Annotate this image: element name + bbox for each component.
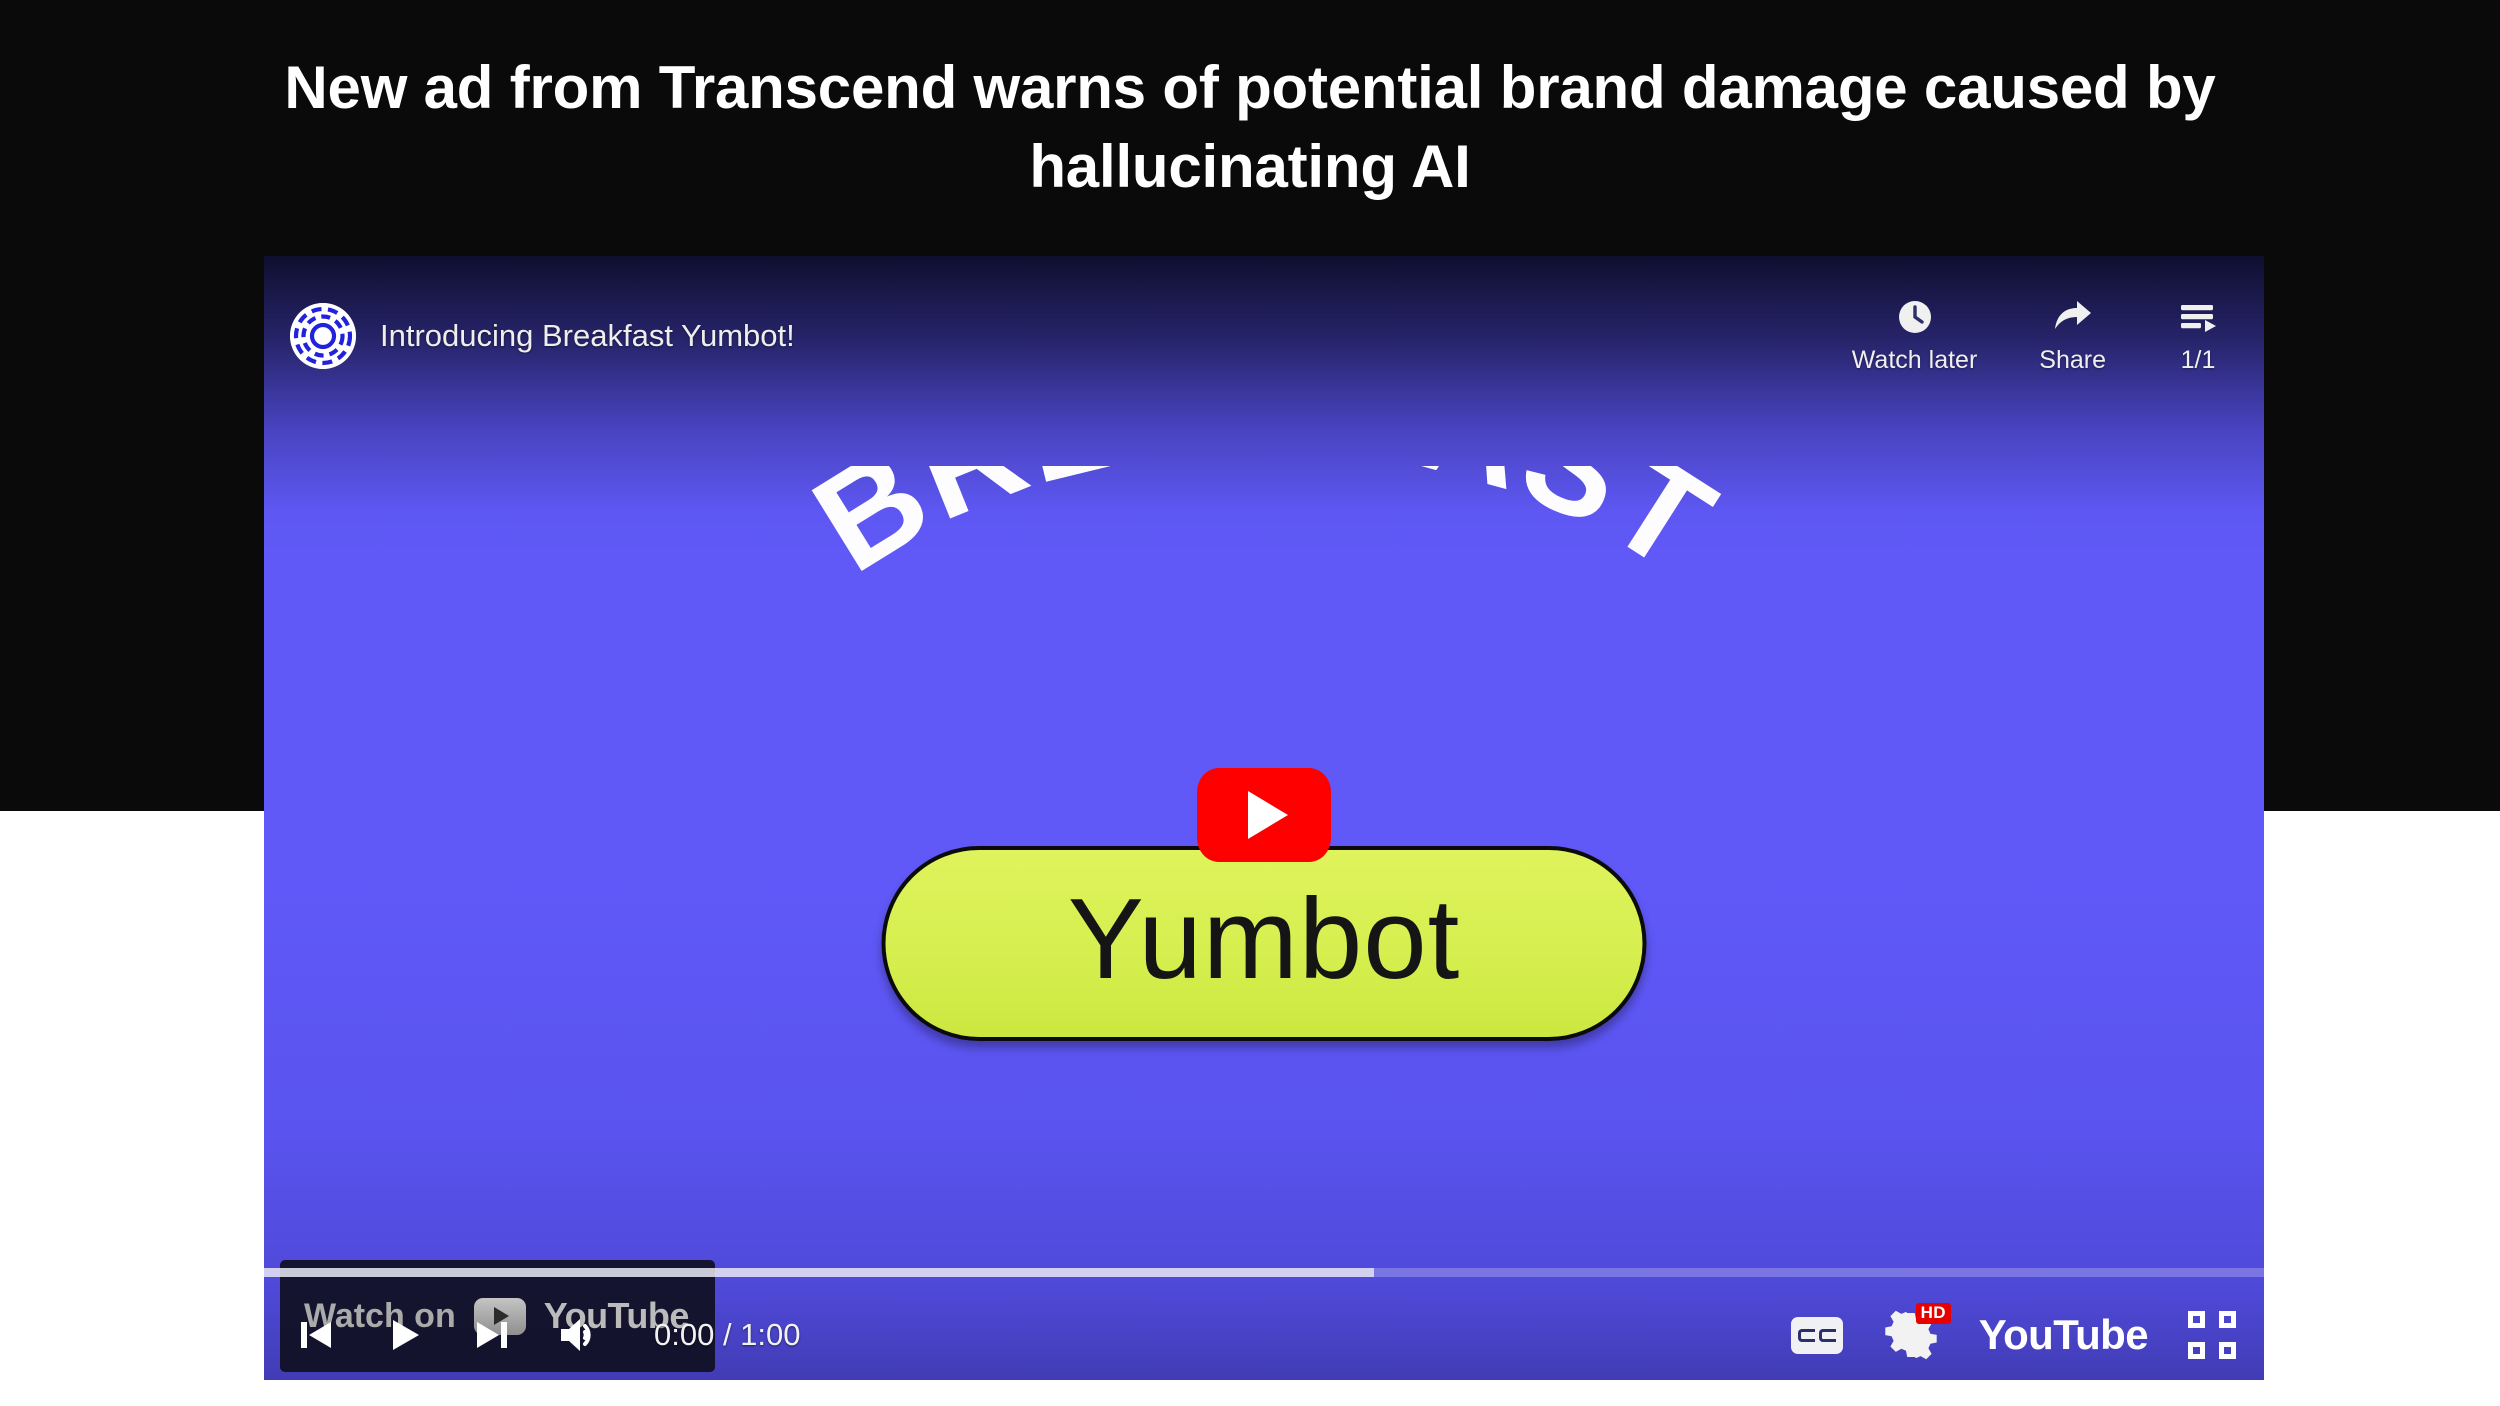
player-controls-left: 0:00 / 1:00 (286, 1305, 1791, 1365)
share-arrow-icon (2052, 297, 2094, 337)
watch-later-label: Watch later (1851, 346, 1978, 374)
watch-later-button[interactable]: Watch later (1851, 297, 1978, 375)
play-button[interactable] (374, 1305, 434, 1365)
time-display: 0:00 / 1:00 (654, 1317, 801, 1352)
playlist-icon (2177, 297, 2219, 337)
play-icon (393, 1320, 419, 1350)
share-button[interactable]: Share (2039, 297, 2106, 375)
previous-track-icon (301, 1322, 331, 1348)
fullscreen-corner-tl (2188, 1311, 2205, 1328)
player-header-left: Introducing Breakfast Yumbot! (290, 303, 1852, 369)
settings-button[interactable]: HD (1883, 1303, 1951, 1363)
fullscreen-button[interactable] (2188, 1311, 2236, 1359)
cc-icon-right-bracket (1818, 1328, 1836, 1342)
clock-icon (1895, 297, 1935, 337)
volume-button[interactable] (550, 1305, 610, 1365)
previous-track-button[interactable] (286, 1305, 346, 1365)
yumbot-logo-text: Yumbot (1067, 875, 1461, 1003)
player-controls-row: 0:00 / 1:00 HD YouTube (264, 1290, 2264, 1380)
yumbot-logo-pill: Yumbot (881, 846, 1647, 1041)
play-triangle-icon (1248, 791, 1288, 839)
player-control-bar: 0:00 / 1:00 HD YouTube (264, 1248, 2264, 1380)
cc-icon-left-bracket (1797, 1328, 1815, 1342)
playlist-counter-label: 1/1 (2180, 346, 2216, 374)
progress-bar-track[interactable] (264, 1268, 2264, 1277)
player-controls-right: HD YouTube (1790, 1303, 2236, 1363)
volume-high-icon (561, 1319, 591, 1351)
fullscreen-corner-br (2219, 1342, 2236, 1359)
youtube-wordmark-link[interactable]: YouTube (1979, 1311, 2149, 1359)
share-label: Share (2039, 346, 2106, 374)
player-header: Introducing Breakfast Yumbot! Watch late… (264, 256, 2264, 416)
hd-badge: HD (1915, 1303, 1951, 1324)
breakfast-arch-text: BREAKFAST (789, 466, 1741, 602)
big-play-button[interactable] (1197, 768, 1331, 862)
arch-text-content: BREAKFAST (789, 466, 1738, 602)
svg-text:BREAKFAST: BREAKFAST (789, 466, 1741, 602)
player-header-actions: Watch later Share 1/1 (1852, 297, 2232, 375)
youtube-video-player[interactable]: BREAKFAST Yumbot Introducing Breakfast Y… (264, 256, 2264, 1380)
video-title[interactable]: Introducing Breakfast Yumbot! (380, 318, 795, 354)
next-track-icon (477, 1322, 507, 1348)
concentric-dashed-rings-icon (290, 303, 356, 369)
channel-avatar[interactable] (290, 303, 356, 369)
progress-bar-buffered (264, 1268, 1374, 1277)
page-headline: New ad from Transcend warns of potential… (284, 54, 2216, 201)
fullscreen-corner-tr (2219, 1311, 2236, 1328)
captions-button[interactable] (1790, 1316, 1843, 1354)
playlist-counter-button[interactable]: 1/1 (2168, 297, 2228, 375)
fullscreen-corner-bl (2188, 1342, 2205, 1359)
next-track-button[interactable] (462, 1305, 522, 1365)
